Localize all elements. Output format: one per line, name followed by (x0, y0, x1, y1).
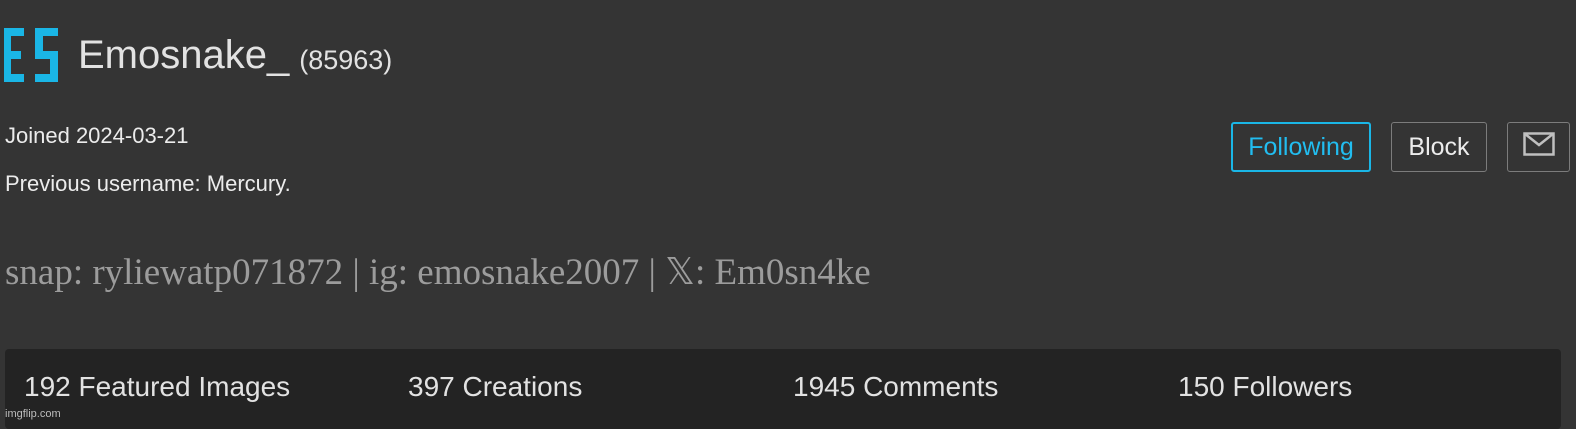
joined-date: Joined 2024-03-21 (5, 123, 189, 148)
es-logo-icon (4, 28, 58, 82)
stat-creations[interactable]: 397 Creations (408, 371, 582, 403)
stat-followers[interactable]: 150 Followers (1178, 371, 1352, 403)
envelope-icon (1522, 131, 1555, 163)
profile-header: Emosnake_ (85963) (4, 28, 392, 82)
block-button[interactable]: Block (1391, 122, 1487, 172)
profile-bio: snap: ryliewatp071872 | ig: emosnake2007… (5, 252, 871, 293)
watermark: imgflip.com (5, 408, 61, 420)
stats-bar: 192 Featured Images 397 Creations 1945 C… (5, 349, 1561, 429)
previous-username: Previous username: Mercury. (5, 171, 291, 196)
username: Emosnake_ (78, 33, 290, 77)
following-button[interactable]: Following (1231, 122, 1371, 172)
stat-comments[interactable]: 1945 Comments (793, 371, 998, 403)
message-button[interactable] (1507, 122, 1570, 172)
user-id: (85963) (299, 44, 393, 75)
stat-featured-images[interactable]: 192 Featured Images (24, 371, 290, 403)
profile-actions: Following Block (1231, 122, 1570, 172)
